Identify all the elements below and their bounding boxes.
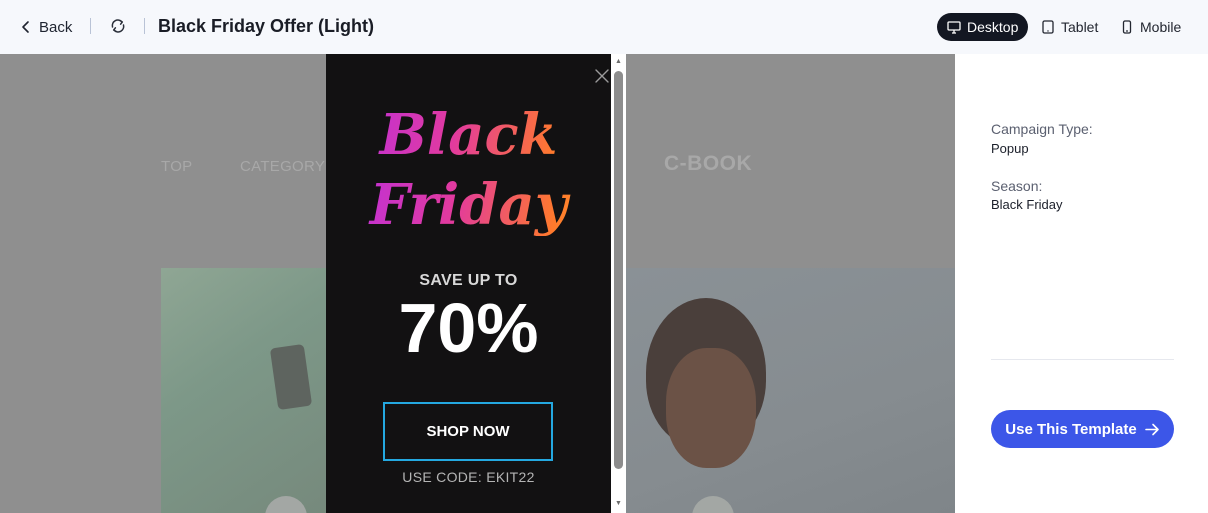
carousel-dot xyxy=(265,496,307,513)
tab-label: Desktop xyxy=(967,19,1019,35)
page-title: Black Friday Offer (Light) xyxy=(158,16,375,36)
scroll-down-icon[interactable]: ▼ xyxy=(614,500,623,508)
headline-friday: Friday xyxy=(326,174,611,236)
tab-desktop[interactable]: Desktop xyxy=(937,13,1029,41)
tab-tablet[interactable]: Tablet xyxy=(1031,13,1108,41)
divider xyxy=(144,18,145,34)
use-template-button[interactable]: Use This Template xyxy=(991,410,1174,448)
scrollbar-thumb[interactable] xyxy=(614,71,623,469)
chevron-left-icon xyxy=(22,21,29,33)
product-image-phone xyxy=(161,268,331,513)
divider xyxy=(90,18,91,34)
tablet-icon xyxy=(1042,20,1054,34)
campaign-type-label: Campaign Type: xyxy=(991,121,1093,137)
product-image-person xyxy=(626,268,955,513)
campaign-type-value: Popup xyxy=(991,141,1029,156)
shop-now-button[interactable]: SHOP NOW xyxy=(383,402,553,461)
tab-label: Tablet xyxy=(1061,19,1099,35)
season-label: Season: xyxy=(991,178,1043,194)
phone-shape xyxy=(269,343,313,411)
season-value: Black Friday xyxy=(991,197,1063,212)
scroll-up-icon[interactable]: ▲ xyxy=(614,58,623,66)
site-logo: C-BOOK xyxy=(664,152,753,175)
site-nav-top: TOP xyxy=(161,158,193,175)
arrow-right-icon xyxy=(1144,423,1159,435)
tab-mobile[interactable]: Mobile xyxy=(1110,13,1191,41)
discount-value: 70% xyxy=(398,289,539,367)
face-shape xyxy=(666,348,756,468)
carousel-dot xyxy=(692,496,734,513)
tab-label: Mobile xyxy=(1140,19,1182,35)
headline-black: Black xyxy=(326,104,611,166)
refresh-icon[interactable] xyxy=(108,16,128,36)
top-bar: Back Black Friday Offer (Light) Desktop … xyxy=(0,0,1208,54)
popup-modal: Black Friday SAVE UP TO 70% SHOP NOW USE… xyxy=(326,54,611,513)
divider xyxy=(991,359,1174,360)
mobile-icon xyxy=(1122,20,1132,34)
close-icon[interactable] xyxy=(594,68,610,84)
monitor-icon xyxy=(947,21,961,34)
site-nav-category: CATEGORY xyxy=(240,158,326,175)
back-button[interactable]: Back xyxy=(20,14,72,40)
coupon-code: USE CODE: EKIT22 xyxy=(402,469,535,485)
save-text: SAVE UP TO xyxy=(419,272,518,289)
popup-scrollbar[interactable]: ▲ ▼ xyxy=(611,54,626,513)
use-template-label: Use This Template xyxy=(1005,420,1137,438)
back-label: Back xyxy=(39,18,73,36)
template-details-sidebar: Campaign Type: Popup Season: Black Frida… xyxy=(955,54,1208,513)
